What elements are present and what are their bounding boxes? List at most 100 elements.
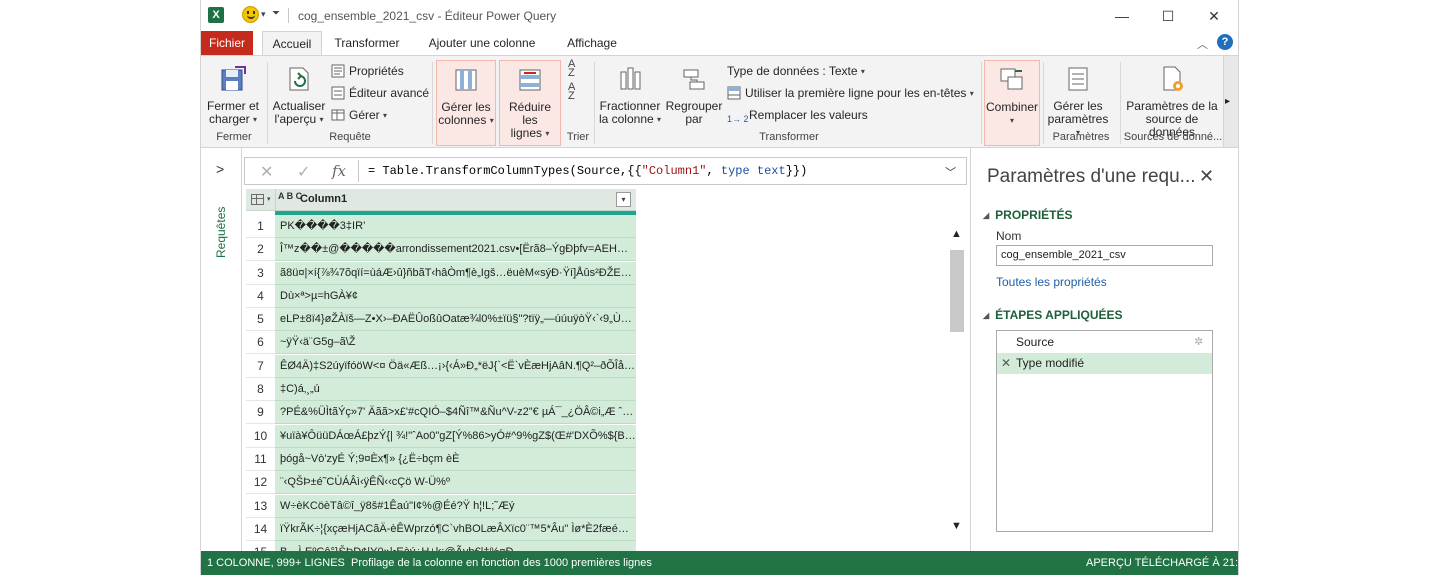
data-type-button[interactable]: Type de données : Texte ▾ [727,64,865,78]
fx-icon[interactable]: fx [332,162,346,180]
close-load-button[interactable]: Fermer et charger ▾ [205,60,261,130]
row-number[interactable]: 2 [246,238,275,262]
row-number[interactable]: 1 [246,215,275,238]
advanced-editor-button[interactable]: Éditeur avancé [331,86,429,100]
grid-header: ▾ A B C Column1 ▾ [246,189,636,211]
cell-column1[interactable]: ïŸkrÃK÷¦{xçæHjACãÄ-èÊWprzó¶C`vhBOLæÂXïc0… [275,517,636,541]
applied-steps-header[interactable]: ◢ ÉTAPES APPLIQUÉES [983,308,1123,322]
close-settings-icon[interactable]: ✕ [1199,166,1214,187]
combine-button[interactable]: Combiner ▾ [984,60,1040,146]
column-header-name[interactable]: Column1 [300,193,347,205]
step-type-modifie[interactable]: ✕ Type modifié [997,353,1212,374]
cell-column1[interactable]: PK����3‡IR’ [275,215,636,238]
group-by-button[interactable]: Regrouper par [665,60,723,130]
formula-input[interactable]: = Table.TransformColumnTypes(Source,{{"C… [368,164,807,178]
window-title: cog_ensemble_2021_csv - Éditeur Power Qu… [298,9,556,23]
sort-descending-button[interactable]: A Z [568,82,582,102]
cell-column1[interactable]: W÷èKCöèTâ©î_ÿ8š#1Êaú"I¢%@Éé?Ÿ h¦!L;˜Æý [275,494,636,518]
collapse-ribbon-icon[interactable]: ︿ [1197,36,1208,52]
cell-column1[interactable]: Dù×ª>µ=hGÀ¥¢ [275,284,636,308]
smiley-feedback-icon[interactable] [242,6,259,23]
cell-column1[interactable]: ¨‹QŠÞ±é˜CÙÁÂì‹ÿÊÑ‹‹cÇö W-Ü%º [275,471,636,495]
manage-parameters-button[interactable]: Gérer les paramètres ▾ [1045,60,1111,137]
expand-queries-icon[interactable]: > [216,161,224,177]
group-label-trier: Trier [566,131,590,143]
tab-accueil[interactable]: Accueil [262,31,322,56]
row-number[interactable]: 10 [246,424,275,448]
row-number[interactable]: 15 [246,541,275,551]
smiley-dropdown-icon[interactable]: ▾ [261,9,266,20]
table-row: 11 þógå~Vò'zyÉ Ý;9¤Èx¶» {¿Ë÷bçm èÈ [246,447,636,471]
minimize-button[interactable]: — [1099,5,1145,27]
scroll-down-icon[interactable]: ▼ [951,520,962,532]
table-row: 2 Î™z��±@�����arrondissement2021.csv•[Ërã… [246,238,636,262]
split-column-button[interactable]: Fractionner la colonne ▾ [597,60,663,130]
step-source[interactable]: Source ✲ [997,332,1212,353]
tab-ajouter-colonne[interactable]: Ajouter une colonne [419,31,545,55]
cell-column1[interactable]: ~ÿŸ‹ä¨G5g–ã\Ž [275,331,636,355]
use-first-row-headers-button[interactable]: Utiliser la première ligne pour les en-t… [727,86,974,100]
refresh-preview-button[interactable]: Actualiser l'aperçu ▾ [271,60,327,130]
formula-expand-icon[interactable]: ﹀ [945,164,956,180]
row-number[interactable]: 4 [246,284,275,308]
table-menu-caret-icon[interactable]: ▾ [267,195,271,203]
cell-column1[interactable]: eLP±8ï4}øŽÀïš—Z•X›–ÐAËÛoßûOatæ¾l0%±ïü§"?… [275,308,636,332]
row-number[interactable]: 12 [246,471,275,495]
cell-column1[interactable]: ?PÉ&%ÜÌtãÝç»7' Äãã>x£'#cQIÓ–$4Ñî™&Ñu^V-z… [275,401,636,425]
row-number[interactable]: 5 [246,308,275,332]
status-profiling[interactable]: Profilage de la colonne en fonction des … [351,551,652,575]
cell-column1[interactable]: ã8ü¤|×í{⅞¾7õqïí=ùáÆ›û}ñbãT‹hâÒm¶è„Igš…ëu… [275,261,636,285]
row-number[interactable]: 11 [246,447,275,471]
quick-access-customize-icon[interactable]: ⏷ [272,8,280,19]
row-number[interactable]: 3 [246,261,275,285]
column-filter-button[interactable]: ▾ [616,192,631,207]
tab-transformer[interactable]: Transformer [327,31,407,55]
table-row: 4 Dù×ª>µ=hGÀ¥¢ [246,284,636,308]
scroll-thumb[interactable] [950,250,964,332]
step-settings-gear-icon[interactable]: ✲ [1194,332,1203,353]
replace-values-button[interactable]: 1→ 2Remplacer les valeurs [727,108,868,128]
properties-section-header[interactable]: ◢ PROPRIÉTÉS [983,208,1073,222]
tab-affichage[interactable]: Affichage [554,31,630,55]
table-menu-icon[interactable] [251,194,264,205]
help-icon[interactable]: ? [1217,34,1233,50]
all-properties-link[interactable]: Toutes les propriétés [996,275,1107,289]
confirm-formula-icon[interactable]: ✓ [297,162,310,182]
close-window-button[interactable]: ✕ [1191,5,1237,27]
row-number[interactable]: 6 [246,331,275,355]
row-number[interactable]: 7 [246,354,275,378]
row-number[interactable]: 9 [246,401,275,425]
query-name-input[interactable]: cog_ensemble_2021_csv [996,245,1213,266]
sort-ascending-button[interactable]: A Z [568,59,582,79]
combine-icon [1000,68,1023,90]
close-load-label-2: charger [208,112,250,126]
group-by-icon [683,69,705,90]
data-source-settings-button[interactable]: Paramètres de la source de données [1123,60,1221,139]
row-number[interactable]: 13 [246,494,275,518]
manage-columns-button[interactable]: Gérer les colonnes ▾ [436,60,496,146]
scroll-up-icon[interactable]: ▲ [951,228,962,240]
tab-fichier[interactable]: Fichier [201,31,253,55]
refresh-label-2: l'aperçu [274,112,317,126]
reduce-rows-button[interactable]: Réduire les lignes ▾ [499,60,561,146]
title-separator [288,8,289,23]
cell-column1[interactable]: Î™z��±@�����arrondissement2021.csv•[Ërã8… [275,238,636,262]
row-number[interactable]: 14 [246,517,275,541]
row-number[interactable]: 8 [246,378,275,402]
group-label-requete: Requête [329,131,371,143]
ribbon-scroll-right-icon[interactable]: ▸ [1225,96,1230,107]
delete-step-icon[interactable]: ✕ [1001,353,1011,374]
formula-separator [358,160,359,182]
text-type-icon[interactable]: A B C [278,192,302,201]
maximize-button[interactable]: ☐ [1145,5,1191,27]
queries-label[interactable]: Requêtes [207,192,235,272]
manage-button[interactable]: Gérer ▾ [331,108,387,122]
cell-column1[interactable]: þógå~Vò'zyÉ Ý;9¤Èx¶» {¿Ë÷bçm èÈ [275,447,636,471]
cell-column1[interactable]: ¥uïà¥ÔüüDÁœÁ£þzÝ{| ¾!"ˆAo0"gZ[Ý%86>yÓ#^9… [275,424,636,448]
cell-column1[interactable]: B—Ì·EºCô°}ŠÞD¢¦Y0»¦•Eàý÷H+k;@Ãvb€|‡%¤Ð [275,541,636,551]
cell-column1[interactable]: ÊØ4Ä)‡S2úyïfóöW<¤ Öä«Æß…¡›{‹Á»Ð„*ëJ{`<Ë`… [275,354,636,378]
cancel-formula-icon[interactable]: ✕ [260,162,273,182]
grid-vertical-scrollbar[interactable]: ▲ ▼ [947,228,967,551]
properties-button[interactable]: Propriétés [331,64,404,78]
cell-column1[interactable]: ‡C)á‚¸„ú [275,378,636,402]
